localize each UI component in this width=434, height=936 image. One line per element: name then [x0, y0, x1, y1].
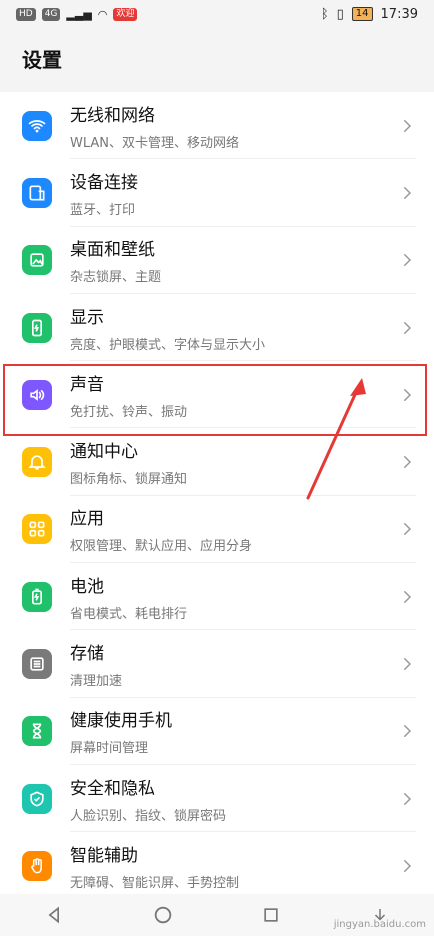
settings-item-digital-balance[interactable]: 健康使用手机 屏幕时间管理 — [0, 698, 434, 766]
settings-item-texts: 存储 清理加速 — [70, 639, 398, 689]
settings-item-title: 应用 — [70, 509, 104, 530]
battery-level: 14 — [351, 7, 373, 21]
home-icon — [154, 906, 171, 924]
apps-icon — [22, 514, 52, 545]
settings-item-texts: 应用 权限管理、默认应用、应用分身 — [70, 504, 398, 554]
settings-item-subtitle: 省电模式、耗电排行 — [70, 606, 188, 622]
wallpaper-icon — [22, 245, 52, 276]
settings-item-texts: 桌面和壁纸 杂志锁屏、主题 — [70, 235, 398, 285]
settings-item-home-wallpaper[interactable]: 桌面和壁纸 杂志锁屏、主题 — [0, 227, 434, 295]
clock-time: 17:39 — [380, 6, 418, 22]
chevron-right-icon — [404, 792, 412, 805]
wifi-status-icon: ◠ — [97, 7, 108, 21]
settings-item-subtitle: 免打扰、铃声、振动 — [70, 404, 188, 420]
signal-icon: ▂▃▅ — [66, 7, 92, 21]
status-chip-hd: HD — [16, 7, 36, 21]
chevron-right-icon — [404, 523, 412, 536]
chevron-right-icon — [404, 456, 412, 469]
settings-item-device-connection[interactable]: 设备连接 蓝牙、打印 — [0, 159, 434, 227]
wifi-icon — [22, 110, 52, 141]
status-chip-4g: 4G — [41, 7, 61, 21]
settings-list: 无线和网络 WLAN、双卡管理、移动网络 设备连接 蓝牙、打印 桌面和壁纸 杂志… — [0, 92, 434, 894]
status-left: HD 4G ▂▃▅ ◠ 欢迎 — [16, 7, 138, 21]
settings-item-display[interactable]: 显示 亮度、护眼模式、字体与显示大小 — [0, 294, 434, 362]
settings-item-subtitle: 人脸识别、指纹、锁屏密码 — [70, 808, 227, 824]
settings-item-battery[interactable]: 电池 省电模式、耗电排行 — [0, 563, 434, 631]
settings-item-subtitle: 蓝牙、打印 — [70, 202, 136, 218]
device-connect-icon — [22, 177, 52, 208]
status-chip-app: 欢迎 — [113, 7, 138, 21]
chevron-right-icon — [404, 658, 412, 671]
bell-icon — [22, 447, 52, 478]
battery-icon — [22, 581, 52, 612]
settings-item-subtitle: 权限管理、默认应用、应用分身 — [70, 539, 253, 555]
settings-item-title: 安全和隐私 — [70, 778, 155, 799]
watermark: jingyan.baidu.com — [333, 919, 426, 930]
chevron-right-icon — [404, 254, 412, 267]
settings-item-title: 声音 — [70, 374, 104, 395]
settings-item-title: 存储 — [70, 644, 104, 665]
settings-item-title: 无线和网络 — [70, 105, 155, 126]
page-title: 设置 — [22, 48, 62, 72]
settings-item-apps[interactable]: 应用 权限管理、默认应用、应用分身 — [0, 496, 434, 564]
hand-icon — [22, 850, 52, 881]
status-bar: HD 4G ▂▃▅ ◠ 欢迎 ᛒ ▯ 14 17:39 — [0, 0, 434, 28]
settings-item-subtitle: 清理加速 — [70, 674, 123, 690]
settings-item-title: 电池 — [70, 576, 104, 597]
settings-item-texts: 声音 免打扰、铃声、振动 — [70, 370, 398, 420]
settings-item-texts: 设备连接 蓝牙、打印 — [70, 168, 398, 218]
settings-item-smart-assistance[interactable]: 智能辅助 无障碍、智能识屏、手势控制 — [0, 832, 434, 894]
settings-item-notification-center[interactable]: 通知中心 图标角标、锁屏通知 — [0, 428, 434, 497]
chevron-right-icon — [404, 119, 412, 132]
settings-item-title: 通知中心 — [70, 442, 138, 463]
chevron-right-icon — [404, 590, 412, 603]
back-button[interactable] — [34, 895, 74, 935]
chevron-right-icon — [404, 321, 412, 334]
settings-item-title: 显示 — [70, 307, 104, 328]
settings-item-subtitle: 图标角标、锁屏通知 — [70, 472, 188, 488]
status-right: ᛒ ▯ 14 17:39 — [321, 7, 418, 22]
settings-item-texts: 无线和网络 WLAN、双卡管理、移动网络 — [70, 101, 398, 151]
recents-icon — [264, 908, 278, 922]
settings-item-texts: 显示 亮度、护眼模式、字体与显示大小 — [70, 303, 398, 353]
back-icon — [48, 906, 60, 924]
settings-item-subtitle: 杂志锁屏、主题 — [70, 270, 162, 286]
settings-item-title: 设备连接 — [70, 172, 138, 193]
home-button[interactable] — [143, 895, 183, 935]
hourglass-icon — [22, 716, 52, 747]
settings-item-texts: 安全和隐私 人脸识别、指纹、锁屏密码 — [70, 774, 398, 824]
settings-item-wireless-network[interactable]: 无线和网络 WLAN、双卡管理、移动网络 — [0, 92, 434, 160]
chevron-right-icon — [404, 859, 412, 872]
settings-item-sound[interactable]: 声音 免打扰、铃声、振动 — [0, 361, 434, 429]
settings-item-storage[interactable]: 存储 清理加速 — [0, 630, 434, 698]
recents-button[interactable] — [251, 895, 291, 935]
settings-item-title: 健康使用手机 — [70, 711, 172, 732]
sound-icon — [22, 379, 52, 410]
settings-item-texts: 智能辅助 无障碍、智能识屏、手势控制 — [70, 841, 398, 891]
settings-item-subtitle: WLAN、双卡管理、移动网络 — [70, 135, 240, 151]
settings-item-subtitle: 屏幕时间管理 — [70, 741, 149, 757]
bluetooth-icon: ᛒ — [320, 6, 329, 22]
settings-item-title: 智能辅助 — [70, 845, 138, 866]
chevron-right-icon — [404, 186, 412, 199]
vibrate-icon: ▯ — [336, 6, 344, 22]
storage-icon — [22, 649, 52, 680]
settings-item-texts: 通知中心 图标角标、锁屏通知 — [70, 437, 398, 487]
settings-item-subtitle: 亮度、护眼模式、字体与显示大小 — [70, 337, 266, 353]
chevron-right-icon — [404, 388, 412, 401]
shield-icon — [22, 783, 52, 814]
display-icon — [22, 312, 52, 343]
settings-item-texts: 电池 省电模式、耗电排行 — [70, 572, 398, 622]
chevron-right-icon — [404, 725, 412, 738]
settings-item-subtitle: 无障碍、智能识屏、手势控制 — [70, 875, 240, 891]
settings-item-title: 桌面和壁纸 — [70, 240, 155, 261]
settings-item-security-privacy[interactable]: 安全和隐私 人脸识别、指纹、锁屏密码 — [0, 765, 434, 833]
settings-item-texts: 健康使用手机 屏幕时间管理 — [70, 706, 398, 756]
